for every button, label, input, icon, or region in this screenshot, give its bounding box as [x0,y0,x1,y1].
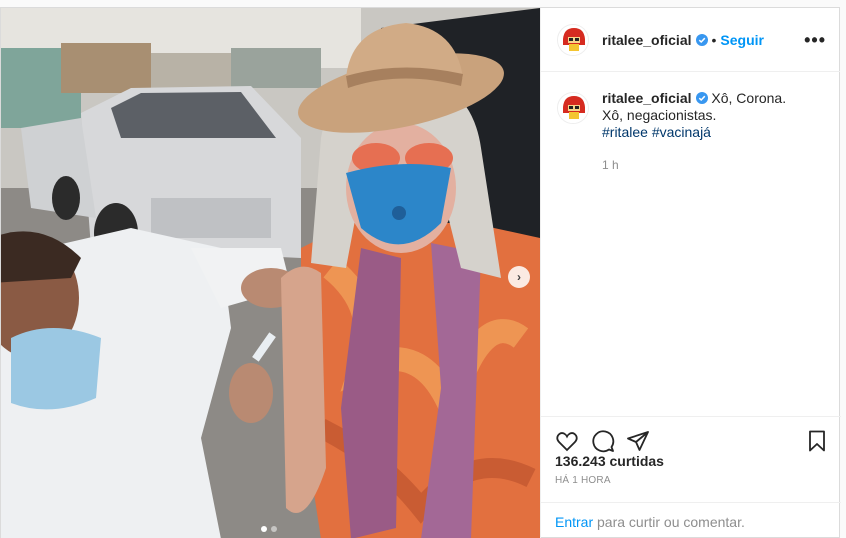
caption-avatar[interactable] [557,92,589,124]
follow-button[interactable]: Seguir [720,32,764,48]
avatar[interactable] [557,23,589,56]
caption-username[interactable]: ritalee_oficial [602,90,692,106]
likes-count[interactable]: 136.243 curtidas [555,453,664,469]
login-prompt-text: para curtir ou comentar. [593,514,745,530]
more-options-icon[interactable]: ••• [804,31,826,49]
login-prompt: Entrar para curtir ou comentar. [541,502,841,538]
caption-first-line: ritalee_oficial Xô, Corona. [602,90,786,107]
carousel-dot [271,526,277,532]
post-timestamp[interactable]: HÁ 1 HORA [555,475,611,486]
caption-hashtags: #ritalee #vacinajá [602,124,786,141]
paper-plane-icon[interactable] [626,429,650,453]
verified-badge-icon [695,33,708,46]
photo-illustration [1,8,540,538]
caption-line-2: Xô, negacionistas. [602,107,717,123]
hashtag-link[interactable]: #ritalee [602,124,648,140]
carousel-dot-active [261,526,267,532]
caption: ritalee_oficial Xô, Corona. Xô, negacion… [541,72,840,174]
carousel-next-button[interactable]: › [508,266,530,288]
post-photo[interactable]: › [1,8,540,538]
login-link[interactable]: Entrar [555,514,593,530]
caption-line-1: Xô, Corona. [711,90,787,106]
username[interactable]: ritalee_oficial [602,32,692,48]
heart-icon[interactable] [555,429,579,453]
bookmark-icon[interactable] [805,429,829,453]
hashtag-link[interactable]: #vacinajá [652,124,711,140]
caption-body: ritalee_oficial Xô, Corona. Xô, negacion… [602,90,786,174]
chevron-right-icon: › [517,270,521,284]
carousel-indicator [261,526,277,532]
comment-icon[interactable] [591,429,615,453]
caption-timestamp[interactable]: 1 h [602,157,786,174]
separator-dot: • [711,31,717,48]
instagram-post: › ritalee_oficial • Seguir ••• ritalee_o… [0,7,841,538]
verified-badge-icon [695,92,708,104]
post-sidebar: ritalee_oficial • Seguir ••• ritalee_ofi… [540,8,841,538]
post-header: ritalee_oficial • Seguir ••• [541,8,840,72]
